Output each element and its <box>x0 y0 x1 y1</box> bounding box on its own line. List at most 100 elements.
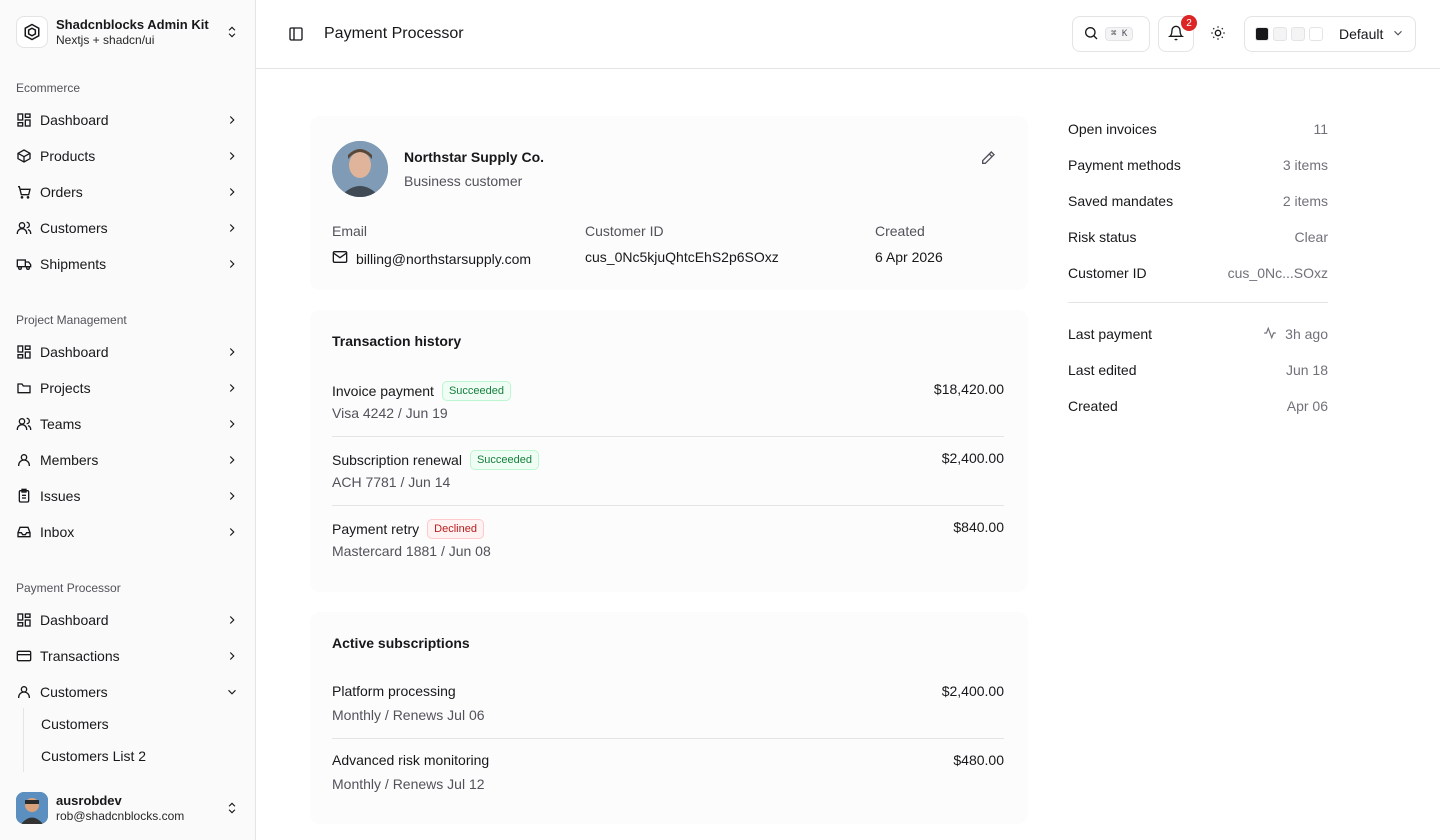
subscription-title: Platform processing <box>332 683 456 699</box>
mail-icon <box>332 249 348 268</box>
sidebar-item-members[interactable]: Members <box>8 444 248 476</box>
summary-row: Customer ID cus_0Nc...SOxz <box>1068 260 1328 286</box>
chevron-right-icon <box>224 416 240 432</box>
credit-card-icon <box>16 648 32 664</box>
subscription-amount: $2,400.00 <box>941 683 1004 699</box>
clipboard-icon <box>16 488 32 504</box>
summary-label: Risk status <box>1068 229 1137 245</box>
chevron-right-icon <box>224 488 240 504</box>
user-menu[interactable]: ausrobdev rob@shadcnblocks.com <box>8 784 248 832</box>
sidebar-item-dashboard[interactable]: Dashboard <box>8 604 248 636</box>
chevron-right-icon <box>224 452 240 468</box>
transaction-row[interactable]: Invoice payment Succeeded Visa 4242 / Jun … <box>332 368 1004 437</box>
user-icon <box>16 684 32 700</box>
truck-icon <box>16 256 32 272</box>
theme-toggle-button[interactable] <box>1204 20 1232 48</box>
active-subscriptions-title: Active subscriptions <box>332 635 470 651</box>
email-label: Email <box>332 223 368 239</box>
transaction-row[interactable]: Subscription renewal Succeeded ACH 7781 / … <box>332 437 1004 506</box>
user-email: rob@shadcnblocks.com <box>56 808 185 823</box>
customer-id-value: cus_0Nc5kjuQhtcEhS2p6SOxz <box>585 249 779 265</box>
transaction-amount: $2,400.00 <box>941 450 1004 466</box>
sidebar-toggle-button[interactable] <box>284 22 308 46</box>
summary-value: 3h ago <box>1285 326 1328 342</box>
sidebar-item-label: Issues <box>40 488 81 504</box>
subscription-schedule: Monthly / Renews Jul 06 <box>332 707 485 723</box>
transaction-history-card: Transaction history Invoice payment Succe… <box>310 310 1028 592</box>
sidebar-item-projects[interactable]: Projects <box>8 372 248 404</box>
subnav-item-customers-list-2[interactable]: Customers List 2 <box>33 742 248 770</box>
summary-row: Saved mandates 2 items <box>1068 188 1328 214</box>
transaction-method: Mastercard 1881 / Jun 08 <box>332 543 491 559</box>
sidebar-item-label: Teams <box>40 416 82 432</box>
sidebar-item-label: Transactions <box>40 648 120 664</box>
orders-icon <box>16 184 32 200</box>
theme-select-value: Default <box>1339 26 1384 42</box>
subscription-row[interactable]: Advanced risk monitoring Monthly / Renews… <box>332 739 1004 808</box>
chevron-right-icon <box>224 112 240 128</box>
chevron-down-icon <box>224 684 240 700</box>
summary-label: Last payment <box>1068 326 1153 342</box>
transaction-title: Payment retry <box>332 521 420 537</box>
chevrons-up-down-icon <box>224 24 240 40</box>
summary-row: Risk status Clear <box>1068 224 1328 250</box>
sidebar-item-label: Customers <box>40 684 108 700</box>
summary-value: 2 items <box>1282 193 1328 209</box>
chevrons-up-down-icon <box>224 800 240 816</box>
summary-row: Created Apr 06 <box>1068 393 1328 419</box>
sidebar-item-dashboard[interactable]: Dashboard <box>8 104 248 136</box>
notification-count-badge: 2 <box>1181 15 1197 31</box>
chevron-right-icon <box>224 524 240 540</box>
sidebar-item-label: Shipments <box>40 256 107 272</box>
subnav-line <box>23 708 24 772</box>
sidebar-item-dashboard[interactable]: Dashboard <box>8 336 248 368</box>
summary-label: Last edited <box>1068 362 1137 378</box>
notifications-button[interactable]: 2 <box>1158 15 1197 52</box>
summary-row: Last edited Jun 18 <box>1068 357 1328 383</box>
sidebar-item-transactions[interactable]: Transactions <box>8 640 248 672</box>
user-icon <box>16 452 32 468</box>
subscription-row[interactable]: Platform processing Monthly / Renews Jul … <box>332 670 1004 739</box>
subscription-amount: $480.00 <box>953 752 1004 768</box>
sidebar-item-customers[interactable]: Customers <box>8 212 248 244</box>
summary-row: Last payment 3h ago <box>1068 321 1328 347</box>
sidebar-item-shipments[interactable]: Shipments <box>8 248 248 280</box>
transaction-row[interactable]: Payment retry Declined Mastercard 1881 / J… <box>332 506 1004 575</box>
edit-customer-button[interactable] <box>976 147 1000 171</box>
subnav-item-customers[interactable]: Customers <box>33 710 248 738</box>
customer-profile-card: Northstar Supply Co. Business customer E… <box>310 116 1028 290</box>
sidebar-item-issues[interactable]: Issues <box>8 480 248 512</box>
sidebar-item-teams[interactable]: Teams <box>8 408 248 440</box>
customer-id-label: Customer ID <box>585 223 664 239</box>
search-button[interactable]: ⌘ K <box>1072 16 1150 52</box>
subscription-schedule: Monthly / Renews Jul 12 <box>332 776 485 792</box>
chevron-right-icon <box>224 648 240 664</box>
chevron-right-icon <box>224 184 240 200</box>
sidebar-item-label: Projects <box>40 380 91 396</box>
sidebar-item-orders[interactable]: Orders <box>8 176 248 208</box>
sidebar-item-customers[interactable]: Customers <box>8 676 248 708</box>
group-label-ecommerce: Ecommerce <box>16 81 81 95</box>
brand-subtitle: Nextjs + shadcn/ui <box>56 32 155 47</box>
transaction-history-title: Transaction history <box>332 333 462 349</box>
transaction-method: Visa 4242 / Jun 19 <box>332 405 448 421</box>
theme-swatch <box>1273 27 1287 41</box>
summary-label: Created <box>1068 398 1118 414</box>
sidebar-item-products[interactable]: Products <box>8 140 248 172</box>
sidebar-item-inbox[interactable]: Inbox <box>8 516 248 548</box>
summary-divider <box>1068 302 1328 303</box>
sidebar-item-label: Orders <box>40 184 83 200</box>
transaction-title: Subscription renewal <box>332 452 462 468</box>
summary-value: Apr 06 <box>1286 398 1328 414</box>
group-label-project-management: Project Management <box>16 313 127 327</box>
search-shortcut: ⌘ K <box>1105 27 1134 41</box>
group-label-payment-processor: Payment Processor <box>16 581 121 595</box>
workspace-switcher[interactable]: Shadcnblocks Admin Kit Nextjs + shadcn/u… <box>8 8 248 56</box>
brand-title: Shadcnblocks Admin Kit <box>56 16 209 32</box>
inbox-icon <box>16 524 32 540</box>
customer-email: billing@northstarsupply.com <box>356 250 532 267</box>
transaction-title: Invoice payment <box>332 383 434 399</box>
created-value: 6 Apr 2026 <box>875 249 943 265</box>
summary-value: Jun 18 <box>1285 362 1328 378</box>
theme-preset-select[interactable]: Default <box>1244 16 1416 52</box>
